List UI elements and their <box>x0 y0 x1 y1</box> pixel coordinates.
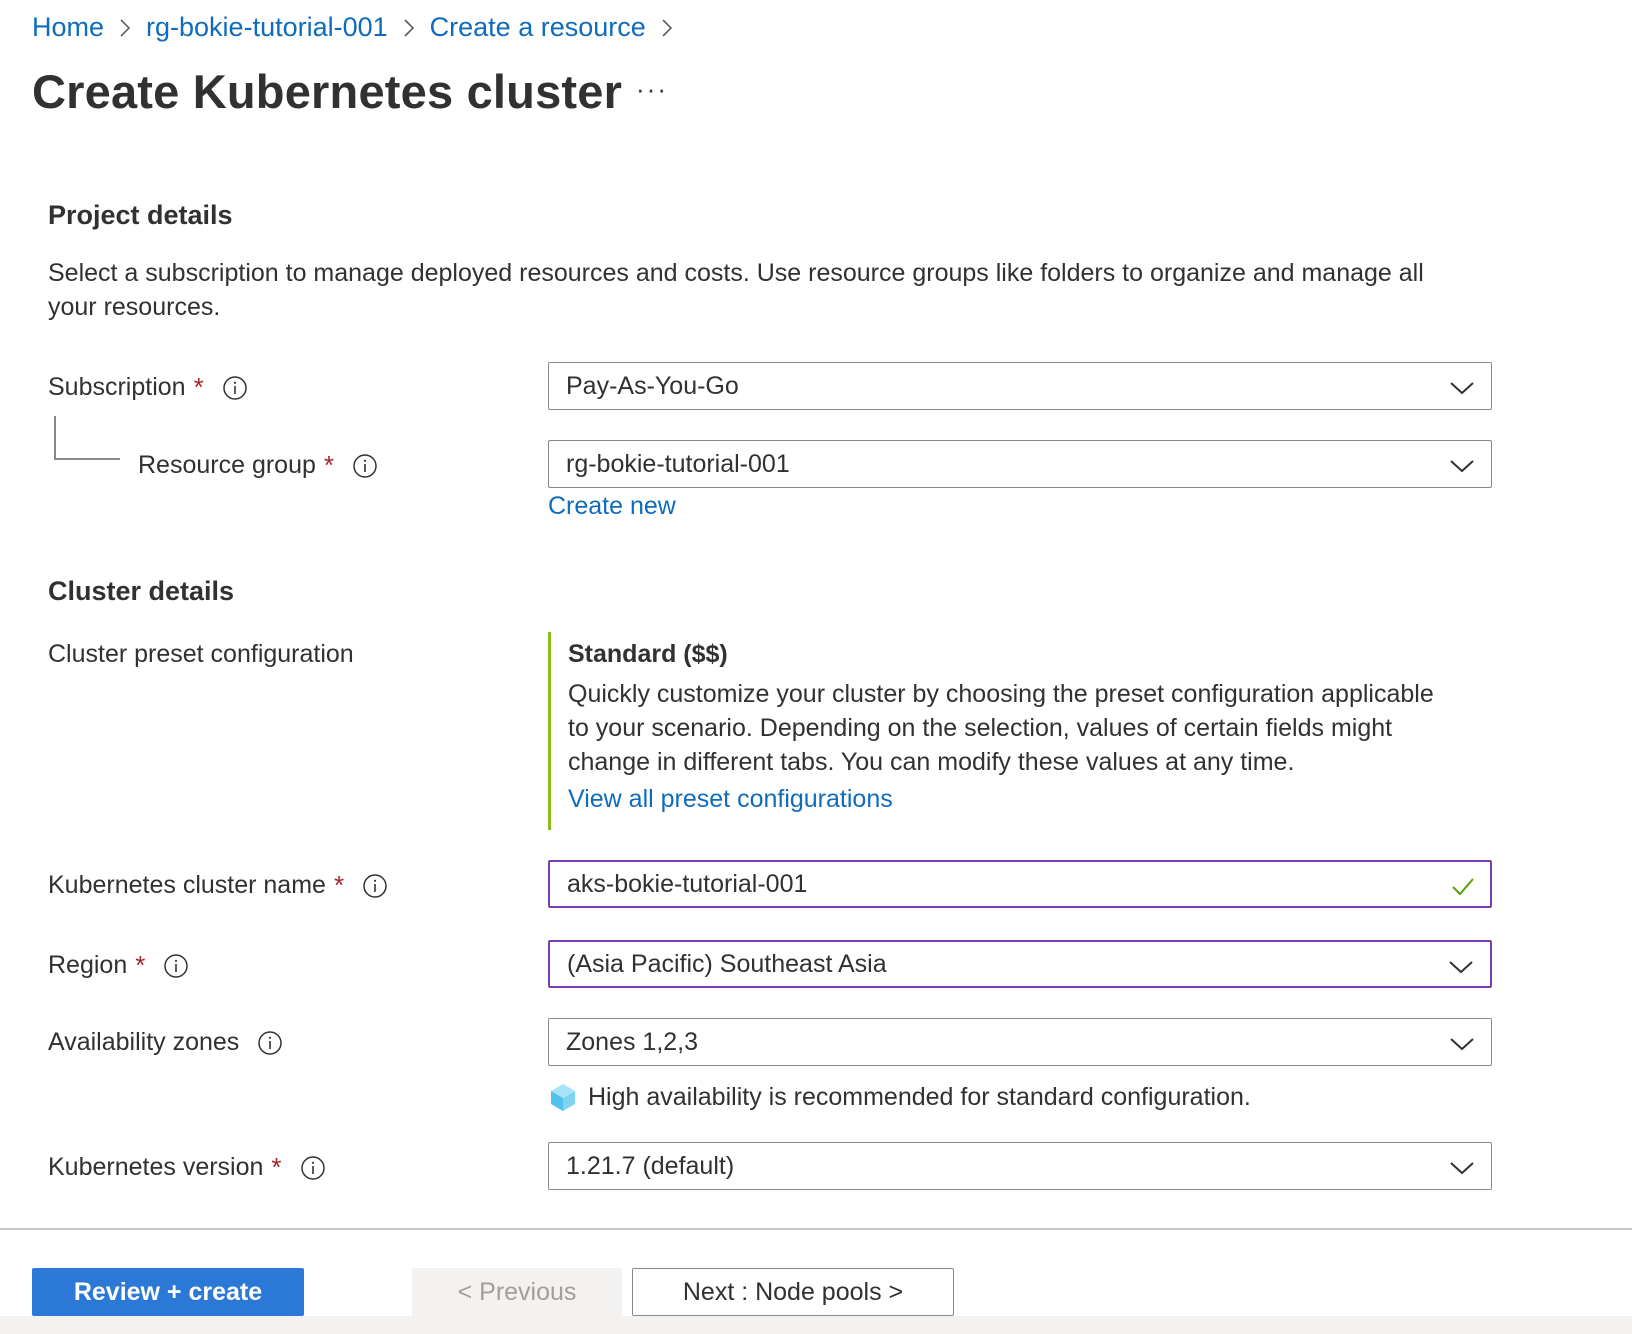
resource-group-label: Resource group <box>138 451 316 479</box>
subscription-value: Pay-As-You-Go <box>566 371 739 400</box>
preset-title: Standard ($$) <box>568 640 728 668</box>
subscription-label-row: Subscription * <box>48 372 248 403</box>
availability-note-text: High availability is recommended for sta… <box>588 1082 1251 1111</box>
project-details-heading: Project details <box>48 200 233 230</box>
project-description-line2: your resources. <box>48 293 221 321</box>
region-value: (Asia Pacific) Southeast Asia <box>567 949 887 978</box>
tree-connector-vertical <box>54 416 56 460</box>
cluster-name-label-row: Kubernetes cluster name * <box>48 870 388 901</box>
cluster-name-input[interactable]: aks-bokie-tutorial-001 <box>548 860 1492 908</box>
bottom-strip <box>0 1316 1632 1334</box>
project-description-line1: Select a subscription to manage deployed… <box>48 259 1424 287</box>
region-label-row: Region * <box>48 950 189 981</box>
chevron-down-icon <box>1449 1032 1475 1052</box>
view-all-presets-link[interactable]: View all preset configurations <box>568 785 893 814</box>
preset-configuration-panel: Standard ($$) Quickly customize your clu… <box>548 632 1448 830</box>
required-marker: * <box>271 1152 282 1182</box>
info-icon[interactable] <box>257 1030 283 1056</box>
preset-description-line3: change in different tabs. You can modify… <box>568 748 1295 776</box>
breadcrumb-home-link[interactable]: Home <box>32 12 104 43</box>
breadcrumb-create-resource-link[interactable]: Create a resource <box>430 12 646 43</box>
chevron-down-icon <box>1449 1156 1475 1176</box>
next-node-pools-button[interactable]: Next : Node pools > <box>632 1268 954 1316</box>
required-marker: * <box>193 372 204 402</box>
kubernetes-version-value: 1.21.7 (default) <box>566 1151 735 1180</box>
next-button-label: Next : Node pools > <box>682 1277 904 1306</box>
breadcrumb: Home rg-bokie-tutorial-001 Create a reso… <box>32 12 688 43</box>
info-icon[interactable] <box>352 453 378 479</box>
region-label: Region <box>48 951 128 979</box>
availability-zones-dropdown[interactable]: Zones 1,2,3 <box>548 1018 1492 1066</box>
tree-connector-horizontal <box>54 458 120 460</box>
availability-zones-label: Availability zones <box>48 1028 240 1056</box>
footer-divider <box>0 1228 1632 1230</box>
required-marker: * <box>135 950 146 980</box>
info-icon[interactable] <box>222 375 248 401</box>
availability-zones-value: Zones 1,2,3 <box>566 1027 699 1056</box>
resource-group-label-row: Resource group * <box>138 450 378 481</box>
cluster-details-heading: Cluster details <box>48 576 235 606</box>
preset-description-line1: Quickly customize your cluster by choosi… <box>568 680 1434 708</box>
availability-zones-label-row: Availability zones <box>48 1028 283 1057</box>
required-marker: * <box>323 450 335 480</box>
resource-group-value: rg-bokie-tutorial-001 <box>566 449 790 478</box>
cluster-name-label: Kubernetes cluster name <box>48 871 326 899</box>
availability-note: High availability is recommended for sta… <box>548 1082 1251 1112</box>
chevron-right-icon <box>388 18 430 38</box>
preset-label: Cluster preset configuration <box>48 640 354 669</box>
breadcrumb-resource-group-link[interactable]: rg-bokie-tutorial-001 <box>146 12 388 43</box>
info-icon[interactable] <box>163 953 189 979</box>
cube-icon <box>548 1082 578 1112</box>
preset-description: Quickly customize your cluster by choosi… <box>568 677 1468 779</box>
preset-description-line2: to your scenario. Depending on the selec… <box>568 714 1393 742</box>
previous-button[interactable]: < Previous <box>412 1268 622 1316</box>
chevron-down-icon <box>1448 955 1474 975</box>
kubernetes-version-label: Kubernetes version <box>48 1153 264 1181</box>
checkmark-icon <box>1450 873 1476 899</box>
info-icon[interactable] <box>362 873 388 899</box>
review-create-button[interactable]: Review + create <box>32 1268 304 1316</box>
create-new-resource-group-link[interactable]: Create new <box>548 492 676 521</box>
cluster-name-value: aks-bokie-tutorial-001 <box>567 869 808 898</box>
kubernetes-version-dropdown[interactable]: 1.21.7 (default) <box>548 1142 1492 1190</box>
chevron-down-icon <box>1449 376 1475 396</box>
kubernetes-version-label-row: Kubernetes version * <box>48 1152 326 1183</box>
preset-configuration-label: Cluster preset configuration <box>48 640 354 668</box>
page-title: Create Kubernetes cluster <box>32 65 623 118</box>
chevron-down-icon <box>1449 454 1475 474</box>
chevron-right-icon <box>646 18 688 38</box>
resource-group-dropdown[interactable]: rg-bokie-tutorial-001 <box>548 440 1492 488</box>
subscription-label: Subscription <box>48 373 186 401</box>
required-marker: * <box>333 870 345 900</box>
info-icon[interactable] <box>300 1155 326 1181</box>
subscription-dropdown[interactable]: Pay-As-You-Go <box>548 362 1492 410</box>
more-options-button[interactable]: ··· <box>636 74 668 105</box>
region-dropdown[interactable]: (Asia Pacific) Southeast Asia <box>548 940 1492 988</box>
chevron-right-icon <box>104 18 146 38</box>
